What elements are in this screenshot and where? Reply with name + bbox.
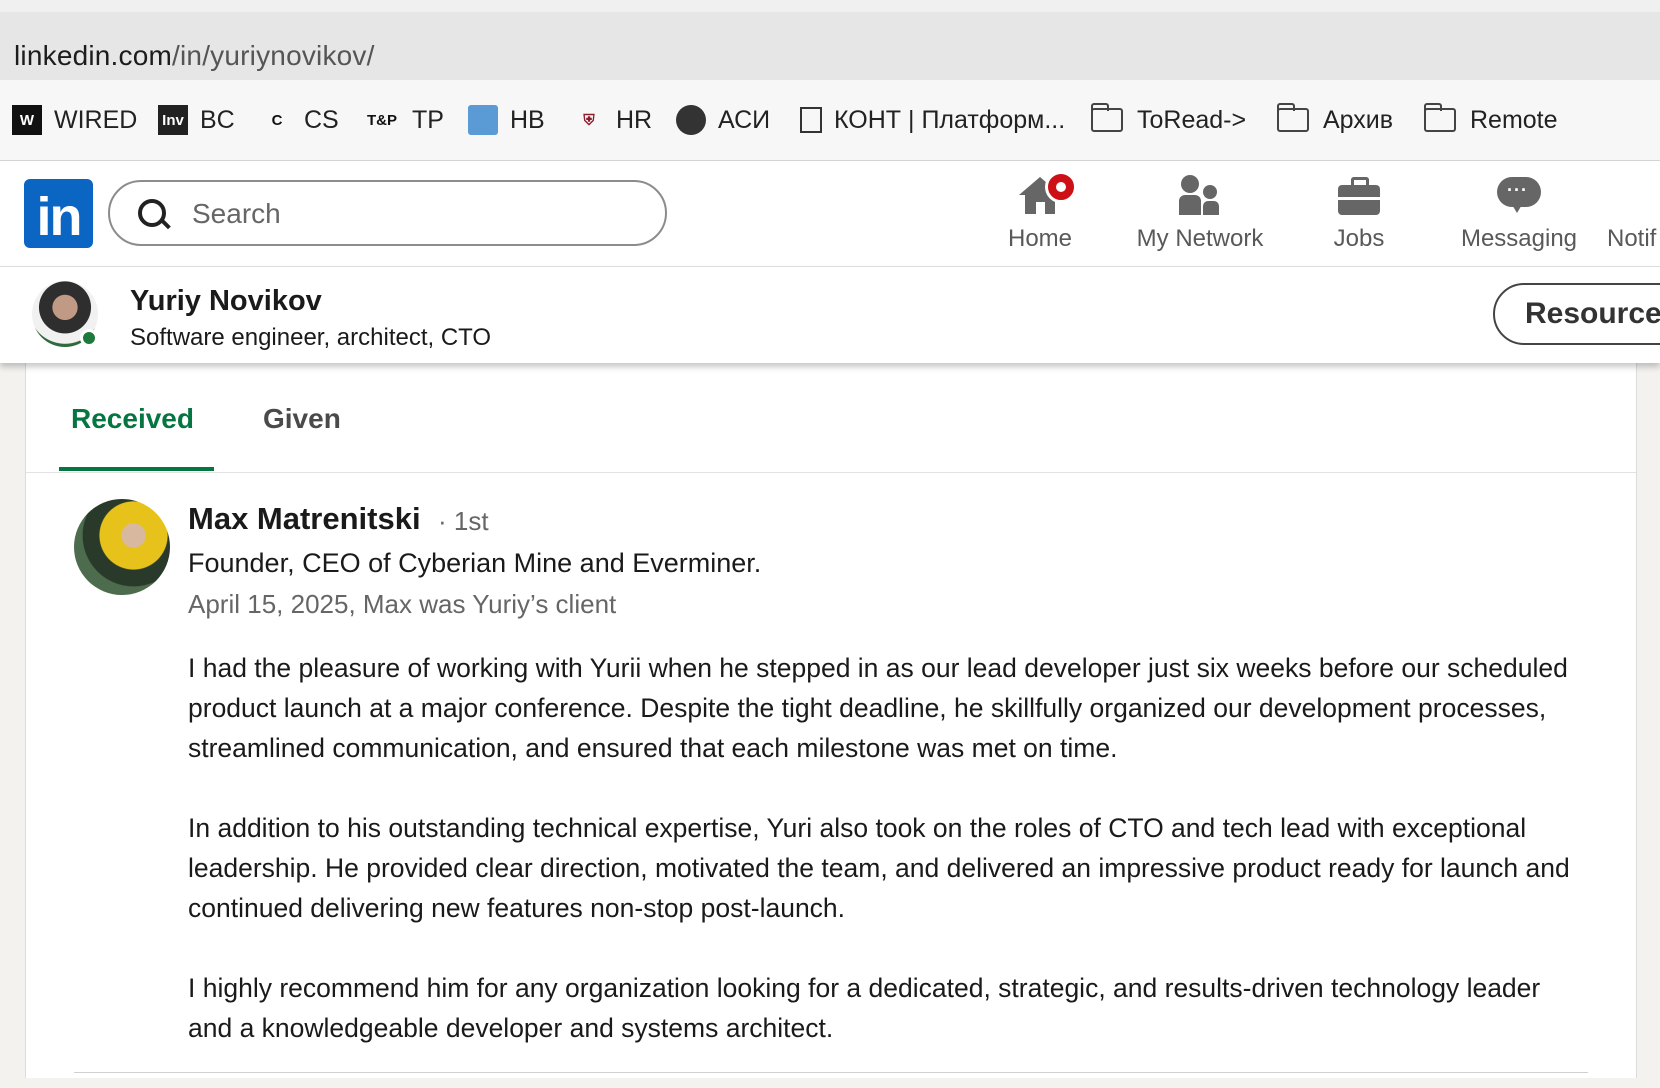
tab-given[interactable]: Given <box>263 403 341 435</box>
browser-address-bar: linkedin.com/in/yuriynovikov/ <box>0 0 1660 80</box>
recommendation-paragraph: I had the pleasure of working with Yurii… <box>188 653 1568 763</box>
recommendation-paragraph: I highly recommend him for any organizat… <box>188 973 1541 1043</box>
bookmark-folder-remote[interactable]: Remote <box>1423 102 1558 138</box>
wired-logo-icon: W <box>12 105 42 135</box>
recommender-title: Founder, CEO of Cyberian Mine and Evermi… <box>188 548 762 578</box>
cs-logo-icon: C <box>271 111 283 129</box>
recommender-name[interactable]: Max Matrenitski <box>188 501 421 537</box>
url-field[interactable]: linkedin.com/in/yuriynovikov/ <box>0 12 1660 80</box>
active-tab-indicator <box>59 467 214 471</box>
bookmark-label: Remote <box>1470 105 1558 134</box>
bookmark-label: CS <box>304 105 339 134</box>
notification-badge <box>1045 171 1077 203</box>
url-domain: linkedin.com <box>14 40 173 71</box>
bookmark-asi[interactable]: АСИ <box>676 102 770 138</box>
folder-icon <box>1423 103 1456 132</box>
online-status-indicator <box>80 329 98 347</box>
folder-icon <box>1276 103 1309 132</box>
bell-icon <box>1607 173 1660 219</box>
nav-messaging[interactable]: ··· Messaging <box>1456 173 1582 261</box>
bookmark-label: HR <box>616 105 653 134</box>
url-path: /in/yuriynovikov/ <box>172 40 375 71</box>
nav-jobs[interactable]: Jobs <box>1322 173 1396 261</box>
bookmark-label: TP <box>412 105 444 134</box>
nav-my-network[interactable]: My Network <box>1130 173 1270 261</box>
recommendations-card: Received Given Max Matrenitski · 1st Fou… <box>25 363 1637 1078</box>
recommender-avatar[interactable] <box>74 499 170 595</box>
profile-name: Yuriy Novikov <box>130 285 322 317</box>
briefcase-icon <box>1338 173 1380 219</box>
bookmark-hb[interactable]: HB <box>468 102 545 138</box>
bookmark-label: HB <box>510 105 545 134</box>
recommendation-date: April 15, 2025, Max was Yuriy’s client <box>188 589 617 619</box>
message-icon: ··· <box>1497 173 1541 219</box>
search-input[interactable] <box>190 194 634 234</box>
recommendation-paragraph: In addition to his outstanding technical… <box>188 813 1570 923</box>
tab-received[interactable]: Received <box>71 403 194 435</box>
profile-sticky-header: Yuriy Novikov Software engineer, archite… <box>0 267 1660 363</box>
bookmark-kont[interactable]: КОНТ | Платформ... <box>800 102 1065 138</box>
folder-icon <box>1090 103 1123 132</box>
nav-label: Home <box>1007 225 1073 252</box>
bookmark-label: WIRED <box>54 105 138 134</box>
tp-logo-icon: T&P <box>367 111 397 129</box>
nav-home[interactable]: Home <box>1004 171 1077 261</box>
recommendation-text: I had the pleasure of working with Yurii… <box>188 648 1588 1088</box>
bookmark-folder-archive[interactable]: Архив <box>1276 102 1394 138</box>
resources-button[interactable]: Resources <box>1493 283 1660 345</box>
connection-degree: · 1st <box>438 506 489 536</box>
bookmark-vc[interactable]: Inv BC <box>158 102 235 138</box>
search-box[interactable] <box>108 180 667 246</box>
recommendations-tabs: Received Given <box>26 363 1636 473</box>
bookmark-hr[interactable]: ⛨ HR <box>574 102 652 138</box>
bookmark-label: Архив <box>1323 105 1394 134</box>
network-icon <box>1179 173 1221 219</box>
bookmark-label: АСИ <box>718 105 771 134</box>
bookmark-label: КОНТ | Платформ... <box>834 105 1066 134</box>
nav-label: Notif <box>1607 225 1657 252</box>
hr-logo-icon: ⛨ <box>583 111 595 129</box>
globe-icon <box>676 105 706 135</box>
bookmark-cs[interactable]: C CS <box>262 102 339 138</box>
hb-logo-icon <box>468 105 498 135</box>
nav-label: My Network <box>1136 225 1264 252</box>
bookmark-label: BC <box>200 105 235 134</box>
divider <box>74 1072 1588 1073</box>
bookmark-label: ToRead-> <box>1137 105 1247 134</box>
nav-label: Jobs <box>1333 225 1385 252</box>
nav-label: Messaging <box>1460 225 1578 252</box>
linkedin-global-nav: in Home My Network Jobs ··· Messaging No… <box>0 161 1660 267</box>
profile-headline: Software engineer, architect, CTO <box>130 324 492 351</box>
search-icon <box>138 199 166 227</box>
bookmarks-bar: W WIRED Inv BC C CS T&P TP HB ⛨ HR АСИ К… <box>0 80 1660 161</box>
linkedin-logo[interactable]: in <box>24 179 93 248</box>
bookmark-wired[interactable]: W WIRED <box>12 102 137 138</box>
document-icon <box>800 107 822 133</box>
nav-notifications[interactable]: Notif <box>1607 173 1660 261</box>
bookmark-tp[interactable]: T&P TP <box>364 102 444 138</box>
vc-logo-icon: Inv <box>158 105 188 135</box>
url-text[interactable]: linkedin.com/in/yuriynovikov/ <box>14 40 375 72</box>
home-icon <box>1019 171 1077 219</box>
bookmark-folder-toread[interactable]: ToRead-> <box>1090 102 1247 138</box>
